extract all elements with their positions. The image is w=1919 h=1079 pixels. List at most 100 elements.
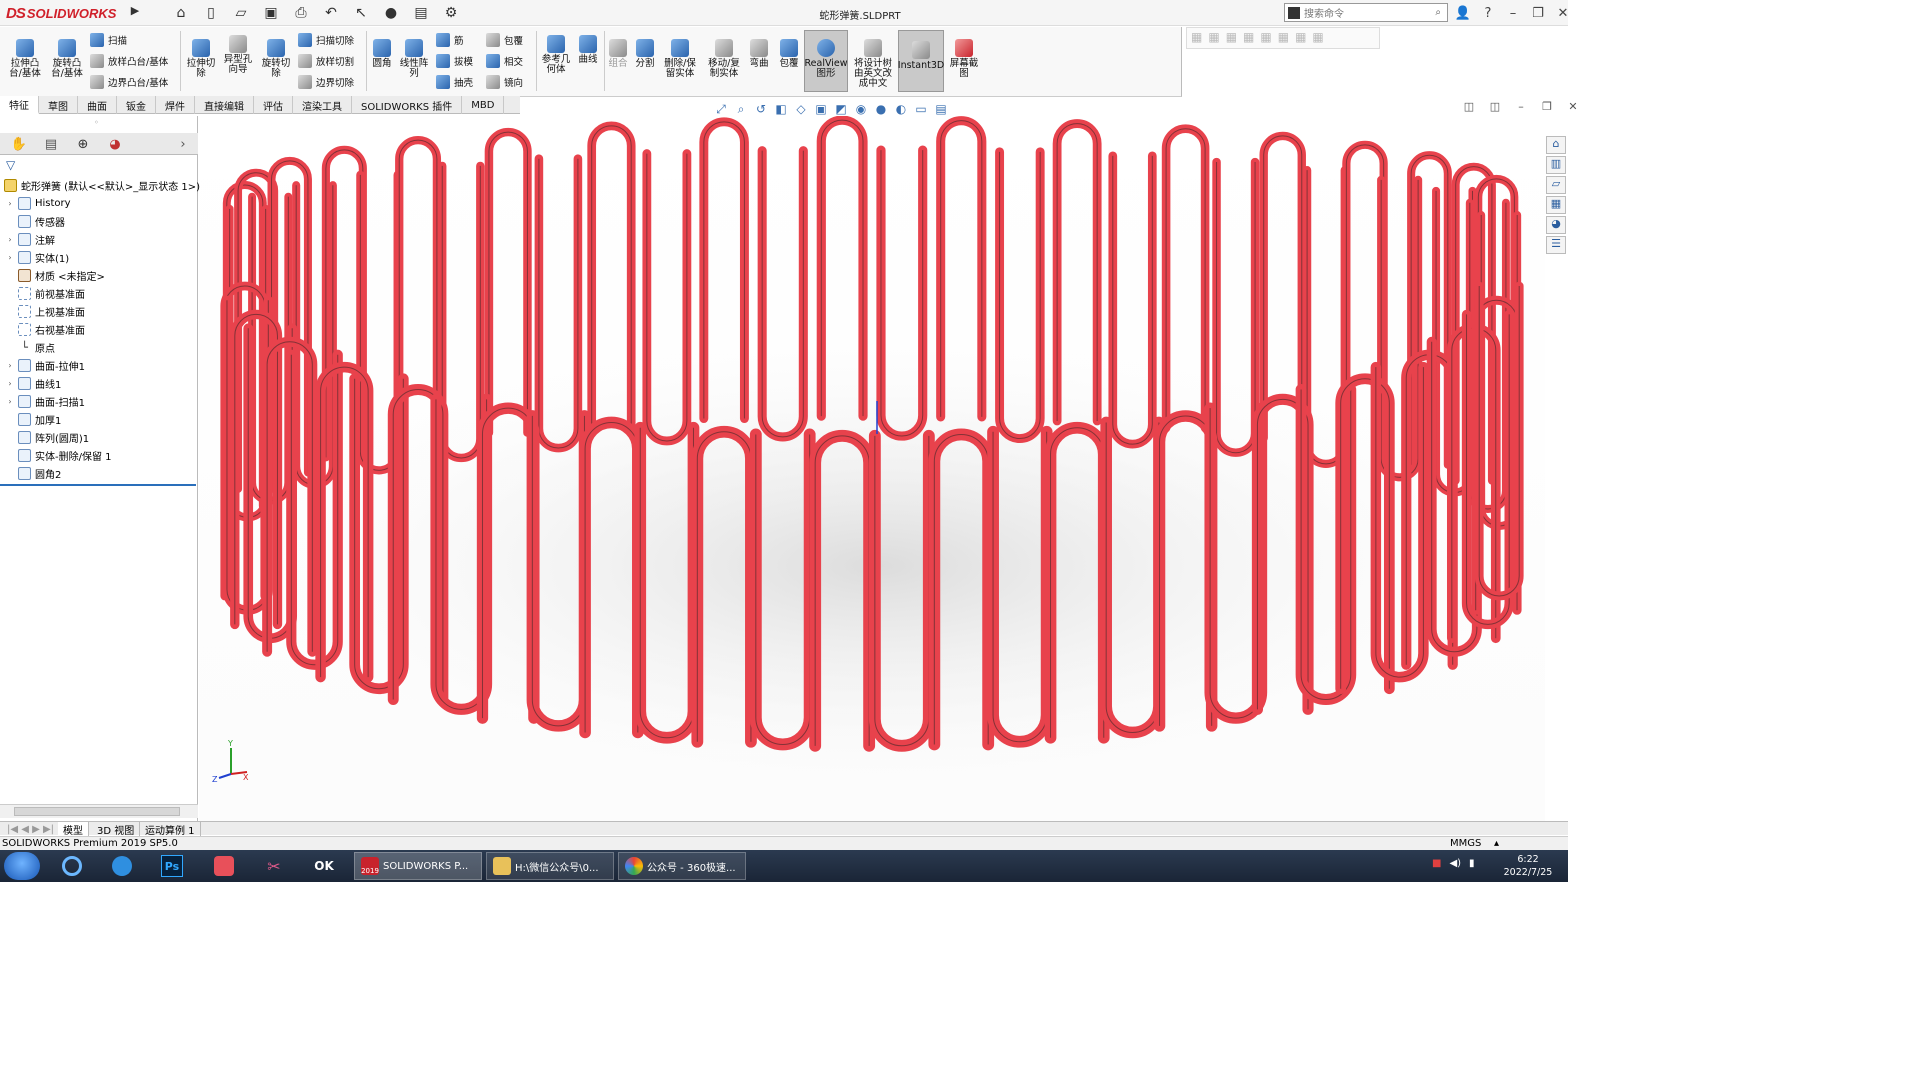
translate-tree-button[interactable]: 将设计树由英文改成中文	[850, 39, 896, 89]
tree-item-circular-pattern[interactable]: 阵列(圆周)1	[6, 428, 89, 446]
capture-tool-icon[interactable]: ✂	[254, 852, 294, 880]
save-icon[interactable]: ▣	[258, 3, 284, 23]
revolve-boss-button[interactable]: 旋转凸台/基体	[48, 39, 86, 79]
boundary-boss-button[interactable]: 边界凸台/基体	[90, 75, 168, 89]
delete-keep-body-button[interactable]: 删除/保留实体	[660, 39, 700, 79]
reference-geometry-button[interactable]: 参考几何体	[538, 35, 574, 75]
taskbar-window-browser[interactable]: 公众号 - 360极速...	[618, 852, 746, 880]
tab-3d-views[interactable]: 3D 视图	[92, 822, 141, 837]
shell-button[interactable]: 抽壳	[436, 75, 473, 89]
tab-sketch[interactable]: 草图	[39, 96, 78, 114]
intersect-button[interactable]: 相交	[486, 54, 523, 68]
tab-mbd[interactable]: MBD	[462, 96, 505, 114]
configuration-manager-tab-icon[interactable]: ⊕	[68, 135, 98, 153]
wrap-small-button[interactable]: 包覆	[486, 33, 523, 47]
draft-button[interactable]: 拔模	[436, 54, 473, 68]
expand-arrow-icon[interactable]: ›	[6, 253, 14, 262]
spring-model[interactable]	[199, 116, 1545, 822]
revolve-cut-button[interactable]: 旋转切除	[258, 39, 294, 79]
tab-evaluate[interactable]: 评估	[254, 96, 293, 114]
previous-view-icon[interactable]: ↺	[752, 100, 770, 118]
expand-arrow-icon[interactable]: ›	[6, 235, 14, 244]
graphics-area[interactable]: Y Z X	[199, 116, 1545, 822]
unit-dropdown-icon[interactable]: ▴	[1494, 838, 1499, 849]
tab-model[interactable]: 模型	[58, 822, 89, 837]
sweep-button[interactable]: 扫描	[90, 33, 127, 47]
feature-manager-tab-icon[interactable]: ✋	[4, 135, 34, 153]
tree-item-fillet[interactable]: 圆角2	[6, 464, 61, 482]
print-icon[interactable]: ⎙	[288, 3, 314, 23]
tab-surfaces[interactable]: 曲面	[78, 96, 117, 114]
curves-button[interactable]: 曲线	[576, 35, 600, 65]
edit-appearance-icon[interactable]: ●	[872, 100, 890, 118]
display-manager-tab-icon[interactable]: ◕	[100, 135, 130, 153]
unit-system[interactable]: MMGS	[1450, 838, 1481, 849]
restore-window-icon[interactable]: ❐	[1527, 3, 1549, 23]
flex-button[interactable]: 弯曲	[746, 39, 772, 69]
doc-minimize-icon[interactable]: –	[1512, 100, 1530, 116]
tab-solidworks-addins[interactable]: SOLIDWORKS 插件	[352, 96, 463, 114]
horizontal-scrollbar[interactable]	[0, 804, 198, 818]
menu-expand-arrow-icon[interactable]: ▶	[128, 4, 142, 22]
doc-restore-icon[interactable]: ❐	[1538, 100, 1556, 116]
photoshop-icon[interactable]: Ps	[152, 852, 192, 880]
linear-pattern-button[interactable]: 线性阵列	[398, 39, 430, 79]
tree-item-top-plane[interactable]: 上视基准面	[6, 302, 85, 320]
network-drive-icon[interactable]	[52, 852, 92, 880]
lofted-cut-button[interactable]: 放样切割	[298, 54, 354, 68]
help-icon[interactable]: ?	[1477, 3, 1499, 23]
search-icon[interactable]: ⌕	[1435, 7, 1441, 18]
loft-boss-button[interactable]: 放样凸台/基体	[90, 54, 168, 68]
hole-wizard-button[interactable]: 异型孔向导	[220, 35, 256, 75]
solidworks-resources-icon[interactable]: ⌂	[1546, 136, 1566, 154]
split-button[interactable]: 分割	[632, 39, 658, 69]
boundary-cut-button[interactable]: 边界切除	[298, 75, 354, 89]
custom-properties-icon[interactable]: ☰	[1546, 236, 1566, 254]
section-view-icon[interactable]: ◧	[772, 100, 790, 118]
tab-direct-editing[interactable]: 直接编辑	[195, 96, 254, 114]
manager-tabs-more-icon[interactable]: ›	[172, 135, 194, 153]
browser-icon[interactable]	[102, 852, 142, 880]
tab-sheet-metal[interactable]: 钣金	[117, 96, 156, 114]
tree-item-origin[interactable]: └ 原点	[6, 338, 55, 356]
display-style-icon[interactable]: ◩	[832, 100, 850, 118]
tab-weldments[interactable]: 焊件	[156, 96, 195, 114]
recorder-app-icon[interactable]: OK	[304, 852, 344, 880]
realview-button[interactable]: RealView图形	[804, 30, 848, 92]
wrap-button[interactable]: 包覆	[776, 39, 802, 69]
extrude-boss-button[interactable]: 拉伸凸台/基体	[6, 39, 44, 79]
new-document-icon[interactable]: ▯	[198, 3, 224, 23]
tree-item-body-delete-keep[interactable]: 实体-删除/保留 1	[6, 446, 112, 464]
tree-item-annotations[interactable]: › 注解	[6, 230, 55, 248]
start-button-icon[interactable]	[4, 852, 40, 880]
doc-close-icon[interactable]: ✕	[1564, 100, 1582, 116]
view-settings-icon[interactable]: ▭	[912, 100, 930, 118]
zoom-to-area-icon[interactable]: ⌕	[732, 100, 750, 118]
instant3d-button[interactable]: Instant3D	[898, 30, 944, 92]
property-manager-tab-icon[interactable]: ▤	[36, 135, 66, 153]
minimize-window-icon[interactable]: –	[1502, 3, 1524, 23]
volume-icon[interactable]: ◀)	[1449, 858, 1461, 869]
tab-render-tools[interactable]: 渲染工具	[293, 96, 352, 114]
select-pointer-icon[interactable]: ↖	[348, 3, 374, 23]
tree-item-thicken[interactable]: 加厚1	[6, 410, 61, 428]
open-file-icon[interactable]: ▱	[228, 3, 254, 23]
home-icon[interactable]: ⌂	[168, 3, 194, 23]
camera-app-icon[interactable]	[204, 852, 244, 880]
appearances-icon[interactable]: ◕	[1546, 216, 1566, 234]
swept-cut-button[interactable]: 扫描切除	[298, 33, 354, 47]
tree-root[interactable]: 蛇形弹簧 (默认<<默认>_显示状态 1>)	[4, 176, 200, 194]
tab-nav-arrows-icon[interactable]: |◀ ◀ ▶ ▶|	[2, 822, 61, 836]
tile-left-icon[interactable]: ◫	[1460, 100, 1478, 116]
tree-item-history[interactable]: › History	[6, 194, 71, 212]
traffic-light-icon[interactable]: ●	[378, 3, 404, 23]
view-orientation-icon[interactable]: ▣	[812, 100, 830, 118]
tree-item-solid-bodies[interactable]: › 实体(1)	[6, 248, 69, 266]
hide-show-items-icon[interactable]: ◉	[852, 100, 870, 118]
tree-item-material[interactable]: 材质 <未指定>	[6, 266, 105, 284]
tree-item-curve[interactable]: › 曲线1	[6, 374, 61, 392]
tree-item-surface-sweep[interactable]: › 曲面-扫描1	[6, 392, 85, 410]
apply-scene-icon[interactable]: ◐	[892, 100, 910, 118]
tree-item-front-plane[interactable]: 前视基准面	[6, 284, 85, 302]
display-pane-icon[interactable]: ▤	[932, 100, 950, 118]
